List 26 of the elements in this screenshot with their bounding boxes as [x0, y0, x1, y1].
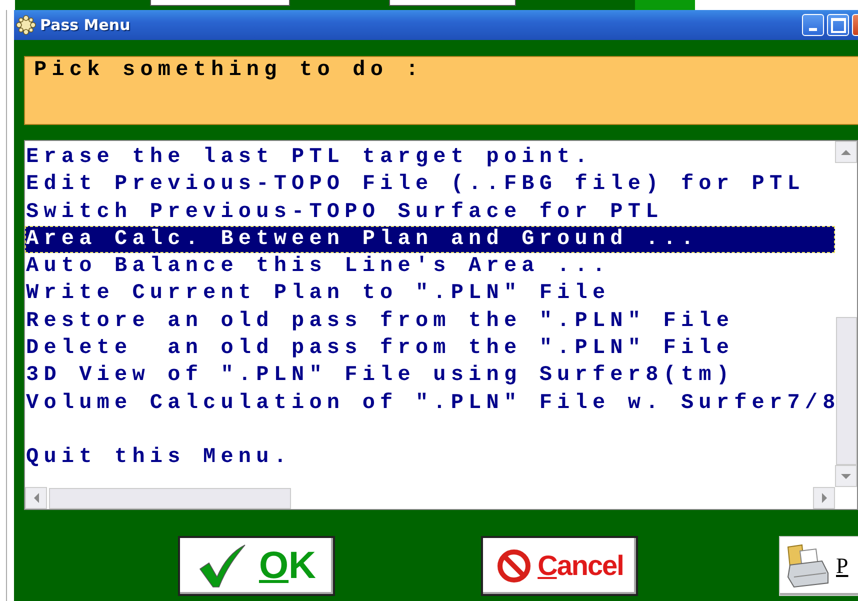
menu-item[interactable]: Quit this Menu.: [25, 444, 835, 472]
menu-item[interactable]: Erase the last PTL target point.: [25, 144, 835, 172]
scroll-thumb[interactable]: [836, 317, 857, 465]
maximize-button[interactable]: [827, 14, 849, 36]
menu-item[interactable]: Volume Calculation of ".PLN" File w. Surfer7/8: [25, 390, 835, 417]
ok-button[interactable]: OK: [178, 536, 335, 596]
menu-list[interactable]: [24, 140, 858, 510]
menu-item[interactable]: 3D View of ".PLN" File using Surfer8(tm): [25, 362, 835, 390]
vertical-scrollbar[interactable]: [835, 141, 857, 487]
menu-item[interactable]: Auto Balance this Line's Area ...: [25, 253, 835, 280]
no-entry-icon: [496, 548, 532, 584]
cancel-button[interactable]: Cancel: [481, 536, 638, 596]
scroll-thumb[interactable]: [49, 488, 291, 509]
minimize-button[interactable]: [802, 14, 824, 36]
window-title: Pass Menu: [40, 16, 130, 34]
menu-item[interactable]: Area Calc. Between Plan and Ground ...: [25, 226, 835, 254]
menu-item[interactable]: Edit Previous-TOPO File (..FBG file) for PTL: [25, 171, 835, 199]
menu-item[interactable]: Restore an old pass from the ".PLN" File: [25, 308, 835, 336]
checkmark-icon: [196, 543, 247, 589]
menu-item[interactable]: Delete an old pass from the ".PLN" File: [25, 335, 835, 362]
print-button[interactable]: P: [779, 536, 858, 596]
prompt-text: Pick something to do :: [34, 59, 424, 82]
app-icon: [16, 15, 36, 35]
menu-item[interactable]: Write Current Plan to ".PLN" File: [25, 280, 835, 308]
horizontal-scrollbar[interactable]: [25, 487, 835, 509]
menu-item[interactable]: Switch Previous-TOPO Surface for PTL: [25, 198, 835, 226]
